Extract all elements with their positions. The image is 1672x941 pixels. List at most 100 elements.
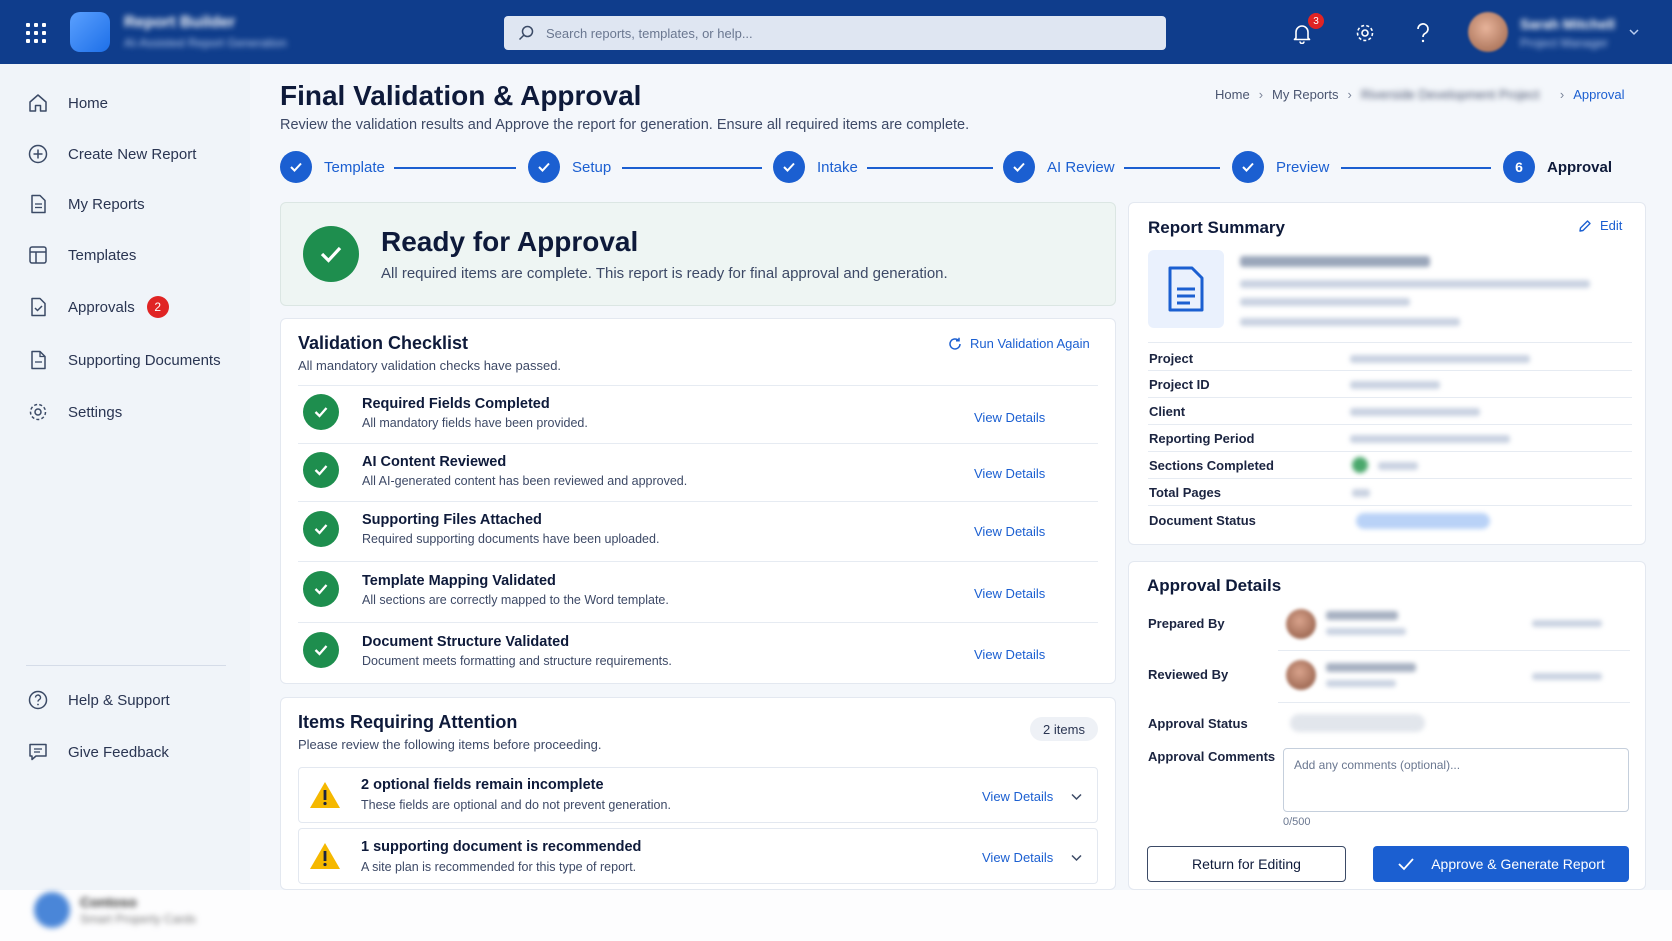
- user-avatar[interactable]: [1468, 12, 1508, 52]
- prepared-by-label: Prepared By: [1148, 616, 1225, 631]
- app-launcher-icon[interactable]: [26, 23, 46, 43]
- attention-title: Items Requiring Attention: [298, 712, 518, 732]
- approve-generate-report-button[interactable]: Approve & Generate Report: [1373, 846, 1629, 882]
- sidebar-item-home[interactable]: Home: [26, 88, 108, 118]
- templates-icon: [26, 243, 50, 267]
- checklist-item-title: Required Fields Completed: [362, 396, 550, 412]
- step-intake[interactable]: Intake: [773, 151, 858, 183]
- approval-status-badge: [1290, 714, 1425, 732]
- sidebar-item-label: Settings: [68, 403, 123, 421]
- attention-item[interactable]: [298, 767, 1098, 823]
- check-icon: [773, 151, 805, 183]
- attention-item-desc: These fields are optional and do not pre…: [361, 798, 671, 812]
- search-bar[interactable]: [504, 16, 1166, 50]
- help-question-icon[interactable]: [1410, 20, 1436, 46]
- home-icon: [26, 91, 50, 115]
- chevron-down-icon[interactable]: [1070, 851, 1083, 864]
- divider: [298, 561, 1098, 562]
- sidebar-item-give-feedback[interactable]: Give Feedback: [26, 737, 169, 767]
- sidebar-item-create-new-report[interactable]: Create New Report: [26, 139, 196, 169]
- step-setup[interactable]: Setup: [528, 151, 611, 183]
- summary-label-total-pages: Total Pages: [1149, 485, 1222, 500]
- view-details-link[interactable]: View Details: [982, 789, 1053, 804]
- run-validation-again-button[interactable]: Run Validation Again: [948, 336, 1090, 351]
- step-label: Approval: [1547, 158, 1613, 176]
- sidebar-item-settings[interactable]: Settings: [26, 397, 122, 427]
- edit-summary-button[interactable]: Edit: [1578, 218, 1622, 233]
- reviewer-role-redacted: [1326, 680, 1396, 687]
- summary-label-reporting-period: Reporting Period: [1149, 431, 1255, 446]
- checklist-item-title: AI Content Reviewed: [362, 454, 507, 470]
- preparer-name-redacted: [1326, 611, 1398, 620]
- view-details-link[interactable]: View Details: [974, 466, 1045, 481]
- sections-progress-indicator: [1352, 457, 1368, 473]
- summary-label-client: Client: [1149, 404, 1186, 419]
- warning-icon: [310, 782, 340, 808]
- breadcrumb-home[interactable]: Home: [1215, 87, 1250, 102]
- report-name-redacted: [1240, 256, 1430, 267]
- divider: [1278, 650, 1630, 651]
- avatar: [1286, 609, 1316, 639]
- chevron-down-icon[interactable]: [1070, 790, 1083, 803]
- stepper-connector: [1124, 167, 1220, 169]
- step-label: Template: [324, 158, 385, 176]
- view-details-link[interactable]: View Details: [974, 647, 1045, 662]
- sidebar-item-supporting-documents[interactable]: Supporting Documents: [26, 345, 221, 375]
- summary-label-project-id: Project ID: [1149, 377, 1210, 392]
- ready-subtitle: All required items are complete. This re…: [381, 265, 948, 282]
- summary-label-sections-completed: Sections Completed: [1149, 458, 1274, 473]
- search-input[interactable]: [546, 25, 1146, 41]
- view-details-link[interactable]: View Details: [974, 586, 1045, 601]
- settings-gear-icon[interactable]: [1352, 20, 1378, 46]
- approval-comments-input[interactable]: [1283, 748, 1629, 812]
- search-icon: [518, 25, 534, 41]
- app-name: Report Builder: [124, 14, 236, 31]
- return-for-editing-button[interactable]: Return for Editing: [1147, 846, 1346, 882]
- divider: [1148, 505, 1632, 506]
- stepper-connector: [394, 167, 516, 169]
- reviewed-by-label: Reviewed By: [1148, 667, 1229, 682]
- step-template[interactable]: Template: [280, 151, 385, 183]
- breadcrumb-current: Approval: [1573, 87, 1625, 102]
- summary-value-redacted: [1378, 462, 1418, 470]
- checklist-item-desc: Document meets formatting and structure …: [362, 654, 672, 668]
- chevron-right-icon: ›: [1559, 87, 1565, 102]
- breadcrumb-project[interactable]: Riverside Development Project: [1361, 87, 1551, 102]
- document-status-badge: [1356, 513, 1490, 529]
- step-label: Intake: [817, 158, 858, 176]
- summary-label-project: Project: [1149, 351, 1194, 366]
- view-details-link[interactable]: View Details: [974, 524, 1045, 539]
- attention-item-title: 1 supporting document is recommended: [361, 839, 642, 855]
- step-number: 6: [1503, 151, 1535, 183]
- sidebar-item-templates[interactable]: Templates: [26, 240, 136, 270]
- checklist-item-title: Supporting Files Attached: [362, 512, 542, 528]
- breadcrumb-my-reports[interactable]: My Reports: [1272, 87, 1338, 102]
- chevron-down-icon[interactable]: [1628, 26, 1640, 38]
- report-description-redacted: [1240, 298, 1410, 306]
- attention-item[interactable]: [298, 828, 1098, 884]
- sidebar-item-help-support[interactable]: Help & Support: [26, 685, 170, 715]
- divider: [298, 622, 1098, 623]
- step-ai-review[interactable]: AI Review: [1003, 151, 1115, 183]
- reviewer-name-redacted: [1326, 663, 1416, 672]
- check-icon: [1398, 858, 1414, 871]
- check-icon: [528, 151, 560, 183]
- sidebar-item-approvals[interactable]: Approvals 2: [26, 292, 169, 322]
- summary-value-redacted: [1352, 489, 1370, 497]
- brand: Report Builder AI-Assisted Report Genera…: [124, 14, 287, 50]
- step-preview[interactable]: Preview: [1232, 151, 1329, 183]
- step-approval[interactable]: 6 Approval: [1503, 151, 1612, 183]
- attention-count-badge: 2 items: [1030, 717, 1098, 741]
- sidebar-item-my-reports[interactable]: My Reports: [26, 189, 145, 219]
- warning-icon: [310, 843, 340, 869]
- check-icon: [1232, 151, 1264, 183]
- view-details-link[interactable]: View Details: [974, 410, 1045, 425]
- sidebar-item-label: Templates: [68, 246, 137, 264]
- divider: [298, 443, 1098, 444]
- view-details-link[interactable]: View Details: [982, 850, 1053, 865]
- sidebar-item-label: Supporting Documents: [68, 351, 221, 369]
- top-bar: Report Builder AI-Assisted Report Genera…: [0, 0, 1672, 64]
- approval-title: Approval Details: [1147, 576, 1282, 595]
- notification-count-badge: 3: [1308, 13, 1324, 29]
- summary-title: Report Summary: [1148, 218, 1285, 237]
